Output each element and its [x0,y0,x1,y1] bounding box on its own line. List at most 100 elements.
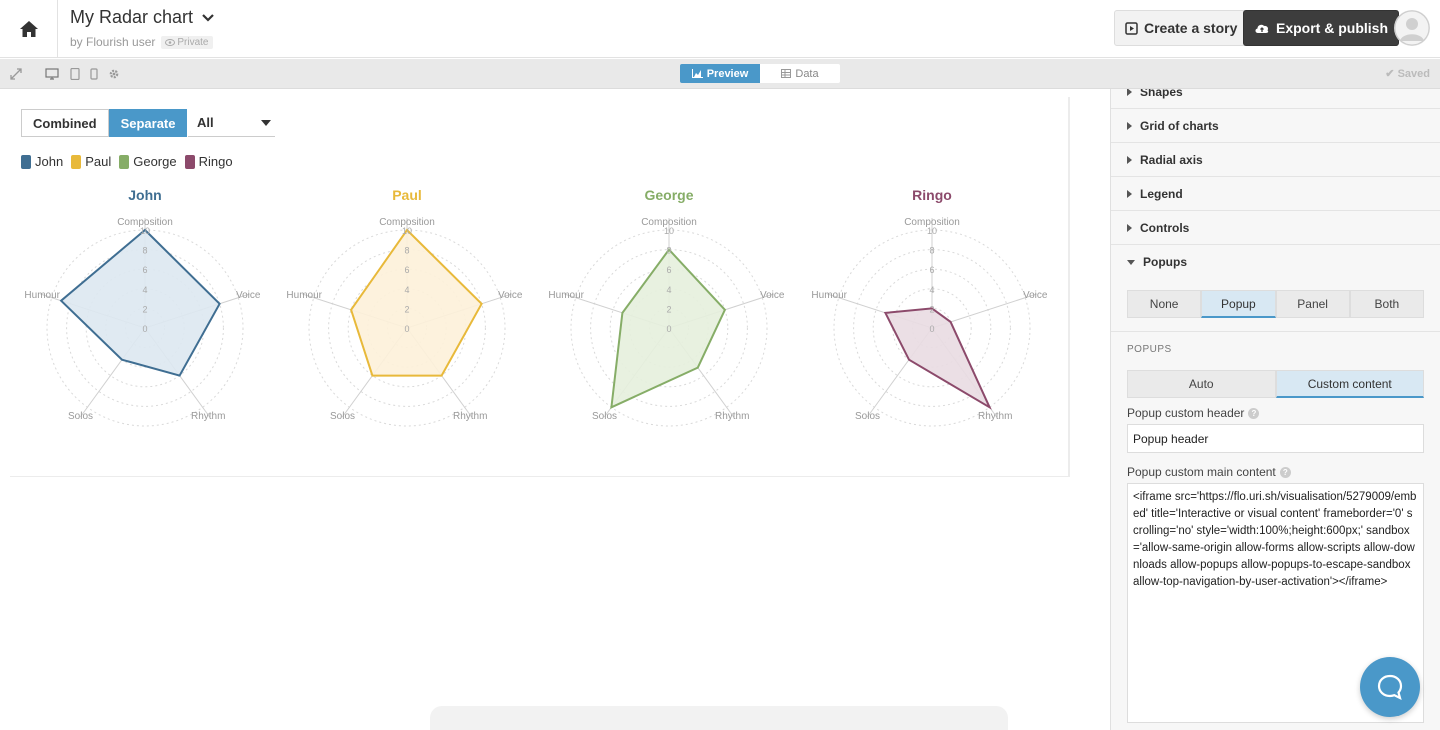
caret-right-icon [1127,89,1132,96]
desktop-icon[interactable] [45,68,59,80]
caret-down-icon [1127,259,1135,265]
expand-icon[interactable] [10,68,22,80]
axis-label: Humour [548,290,584,301]
series-filter-dropdown[interactable]: All [188,109,275,137]
caret-down-icon [261,120,271,126]
legend-item-john[interactable]: John [21,154,63,169]
tick-label: 2 [666,304,671,314]
preview-toolbar: Preview Data ✔ Saved [0,59,1440,89]
axis-label: Voice [1023,290,1048,301]
tab-preview[interactable]: Preview [680,64,760,83]
section-label: Controls [1140,220,1190,235]
export-publish-label: Export & publish [1276,20,1388,36]
popup-header-label: Popup custom header ? [1127,406,1424,420]
legend-item-ringo[interactable]: Ringo [184,154,233,169]
caret-right-icon [1127,223,1132,232]
tab-data-label: Data [795,67,819,80]
axis-label: Voice [236,290,261,301]
privacy-badge: Private [161,35,213,49]
chart-icon [691,69,703,78]
axis-label: Composition [641,217,697,228]
chat-button[interactable] [1360,657,1420,717]
popups-sublabel: POPUPS [1127,344,1172,355]
chat-icon [1377,674,1403,701]
home-icon [19,21,38,37]
legend-label: Ringo [198,154,233,169]
axis-label: Composition [904,217,960,228]
axis-label: Composition [117,217,173,228]
chart-title: George [644,187,693,203]
popup-header-input[interactable]: Popup header [1127,424,1424,453]
layout-toggle: Combined Separate [21,109,188,137]
legend-swatch [21,154,31,169]
section-label: Legend [1140,186,1183,201]
gear-icon[interactable] [108,68,120,80]
axis-label: Solos [592,411,617,422]
tick-label: 2 [142,304,147,314]
cloud-upload-icon [1255,24,1269,33]
legend-label: John [35,154,64,169]
axis-label: Voice [760,290,785,301]
caret-right-icon [1127,189,1132,198]
tab-data[interactable]: Data [760,64,840,83]
legend-swatch [71,154,82,169]
visualisation-title[interactable]: My Radar chart [70,7,215,28]
popup-mode-panel[interactable]: Panel [1275,290,1350,318]
section-label: Shapes [1140,89,1183,99]
combined-button[interactable]: Combined [21,109,109,137]
home-button[interactable] [0,0,58,58]
axis-label: Humour [286,290,322,301]
series-shape [883,307,992,410]
tick-label: 8 [142,246,147,256]
content-mode-auto[interactable]: Auto [1127,370,1276,398]
section-radial-axis[interactable]: Radial axis [1111,143,1440,177]
popup-mode-both[interactable]: Both [1349,290,1424,318]
section-controls[interactable]: Controls [1111,211,1440,245]
series-shape [59,228,221,377]
popup-mode-popup[interactable]: Popup [1201,290,1276,318]
axis-label: Rhythm [453,411,487,422]
legend-swatch [119,154,130,169]
legend-item-paul[interactable]: Paul [71,154,111,169]
export-publish-button[interactable]: Export & publish [1243,10,1399,46]
tick-label: 0 [404,324,409,334]
tick-label: 8 [929,246,934,256]
chevron-down-icon [202,13,214,22]
axis-label: Solos [68,411,93,422]
content-mode-custom[interactable]: Custom content [1275,370,1424,398]
axis-label: Rhythm [715,411,749,422]
settings-panel: Shapes Grid of charts Radial axis Legend… [1110,89,1440,730]
legend-label: George [133,154,177,169]
section-grid-of-charts[interactable]: Grid of charts [1111,109,1440,143]
section-shapes[interactable]: Shapes [1111,89,1440,109]
popup-mode-group: None Popup Panel Both [1127,290,1424,318]
chart-title: Paul [392,187,422,203]
help-icon[interactable]: ? [1248,407,1260,419]
separate-button[interactable]: Separate [108,109,188,137]
section-label: Popups [1143,255,1187,269]
tick-label: 0 [666,324,671,334]
section-legend[interactable]: Legend [1111,177,1440,211]
axis-label: Voice [498,290,523,301]
legend-label: Paul [85,154,112,169]
tick-label: 2 [404,304,409,314]
user-avatar[interactable] [1394,10,1430,46]
tablet-icon[interactable] [70,68,80,80]
tick-label: 6 [666,265,671,275]
tick-label: 6 [404,265,409,275]
content-mode-group: Auto Custom content [1127,370,1424,398]
mobile-icon[interactable] [90,68,98,80]
help-icon[interactable]: ? [1279,466,1291,478]
section-popups[interactable]: Popups [1111,245,1440,279]
tick-label: 8 [666,246,671,256]
create-story-button[interactable]: Create a story [1114,10,1249,46]
popup-main-label-text: Popup custom main content [1127,465,1276,479]
legend-item-george[interactable]: George [119,154,177,169]
popup-mode-none[interactable]: None [1127,290,1202,318]
tick-label: 0 [142,324,147,334]
story-icon [1125,21,1138,35]
tick-label: 4 [929,285,934,295]
tick-label: 0 [929,324,934,334]
section-label: Radial axis [1140,152,1203,167]
tick-label: 4 [404,285,409,295]
